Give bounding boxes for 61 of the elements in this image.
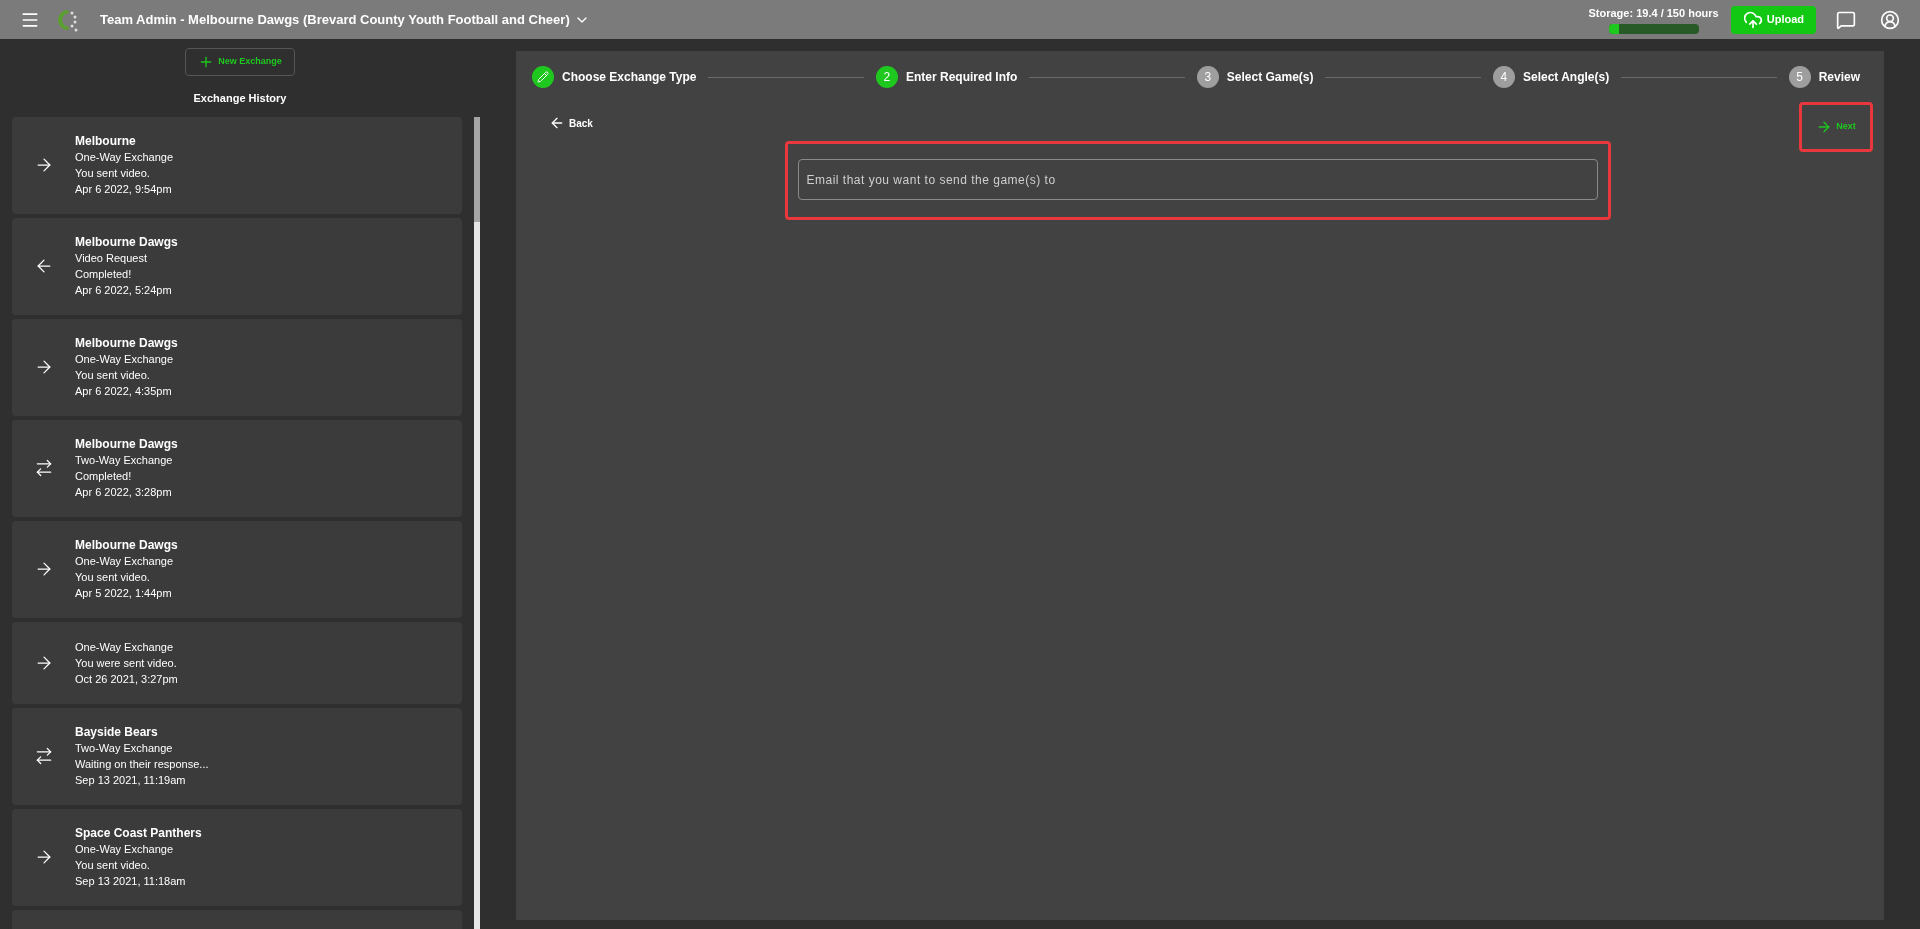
new-exchange-button[interactable]: New Exchange <box>185 48 295 76</box>
exchange-date: Apr 6 2022, 3:28pm <box>75 485 173 500</box>
step-number: 5 <box>1788 66 1811 88</box>
exchange-date: Apr 5 2022, 1:44pm <box>75 586 173 601</box>
step-label: Select Game(s) <box>1226 69 1314 86</box>
team-name: Space Coast Panthers <box>75 825 202 841</box>
email-field[interactable]: Email that you want to send the game(s) to <box>797 159 1598 200</box>
storage-label: Storage: 19.4 / 150 hours <box>1588 6 1719 22</box>
exchange-card[interactable]: Space Coast Panthers One-Way Exchange You sent video. Sep 13 2021, 11:18am <box>12 808 462 906</box>
exchange-status: You sent video. <box>75 368 151 383</box>
exchange-card[interactable]: Melbourne Dawgs Video Request Completed! Apr 6 2022, 5:24pm <box>12 217 462 315</box>
team-name: Melbourne <box>75 133 137 149</box>
exchange-type: One-Way Exchange <box>75 639 175 655</box>
exchange-date: Sep 13 2021, 11:19am <box>75 773 187 788</box>
exchange-history-heading: Exchange History <box>192 91 288 106</box>
step-label: Select Angle(s) <box>1522 69 1610 86</box>
next-button[interactable]: Next <box>1799 102 1873 152</box>
step-number: 2 <box>875 66 898 88</box>
exchange-type: One-Way Exchange <box>75 150 174 165</box>
cloud-upload-icon <box>1742 9 1763 30</box>
step-label: Choose Exchange Type <box>562 69 697 86</box>
exchange-card[interactable]: Melbourne Dawgs Two-Way Exchange Completed! Apr 6 2022, 3:28pm <box>12 419 462 517</box>
exchange-date: Apr 6 2022, 4:35pm <box>75 384 173 399</box>
team-name: Melbourne Dawgs <box>75 234 178 250</box>
exchange-status: You were sent video. <box>75 655 178 671</box>
exchange-card[interactable]: Bayside Bears Two-Way Exchange Waiting on their response... Sep 13 2021, 11:19am <box>12 707 462 805</box>
exchange-card[interactable]: Melbourne Dawgs One-Way Exchange You sent video. Apr 5 2022, 1:44pm <box>12 520 462 618</box>
exchange-status: You sent video. <box>75 570 151 585</box>
step-label: Review <box>1818 69 1861 86</box>
back-button[interactable]: Back <box>549 115 593 131</box>
team-name: Melbourne Dawgs <box>75 335 178 351</box>
team-selector[interactable]: Team Admin - Melbourne Dawgs (Brevard County Youth Football and Cheer) <box>100 9 590 30</box>
exchange-type: One-Way Exchange <box>75 554 175 569</box>
step-label: Enter Required Info <box>905 69 1018 86</box>
exchange-type: Video Request <box>75 251 148 266</box>
exchange-status: You sent video. <box>75 166 151 181</box>
step-pencil-icon <box>532 66 554 88</box>
team-name: Bayside Bears <box>75 724 159 740</box>
exchange-status: You sent video. <box>75 858 151 873</box>
exchange-status: Completed! <box>75 469 133 484</box>
exchange-card[interactable]: One-Way Exchange You were sent video. Oct 26 2021, 3:27pm <box>12 621 462 704</box>
exchange-date: Oct 26 2021, 3:27pm <box>75 671 178 687</box>
exchange-status: Completed! <box>75 267 133 282</box>
scrollbar[interactable] <box>474 116 480 929</box>
exchange-date: Sep 13 2021, 11:18am <box>75 874 187 889</box>
exchange-date: Apr 6 2022, 9:54pm <box>75 182 173 197</box>
exchange-card[interactable]: Melbourne One-Way Exchange You sent video. Apr 6 2022, 9:54pm <box>12 116 462 214</box>
exchange-type: Two-Way Exchange <box>75 741 174 756</box>
exchange-type: One-Way Exchange <box>75 352 175 367</box>
exchange-date: Apr 6 2022, 5:24pm <box>75 283 173 298</box>
exchange-type: One-Way Exchange <box>75 842 175 857</box>
exchange-status: Waiting on their response... <box>75 757 209 772</box>
exchange-card[interactable]: Melbourne Dawgs One-Way Exchange You sent video. Apr 6 2022, 4:35pm <box>12 318 462 416</box>
chat-icon[interactable] <box>1836 9 1856 30</box>
step-number: 4 <box>1492 66 1515 88</box>
exchange-type: Two-Way Exchange <box>75 453 174 468</box>
account-icon[interactable] <box>1880 9 1900 30</box>
team-name: Melbourne Dawgs <box>75 436 178 452</box>
team-name: Melbourne Dawgs <box>75 537 178 553</box>
logo-icon <box>56 7 80 32</box>
step-number: 3 <box>1196 66 1219 88</box>
